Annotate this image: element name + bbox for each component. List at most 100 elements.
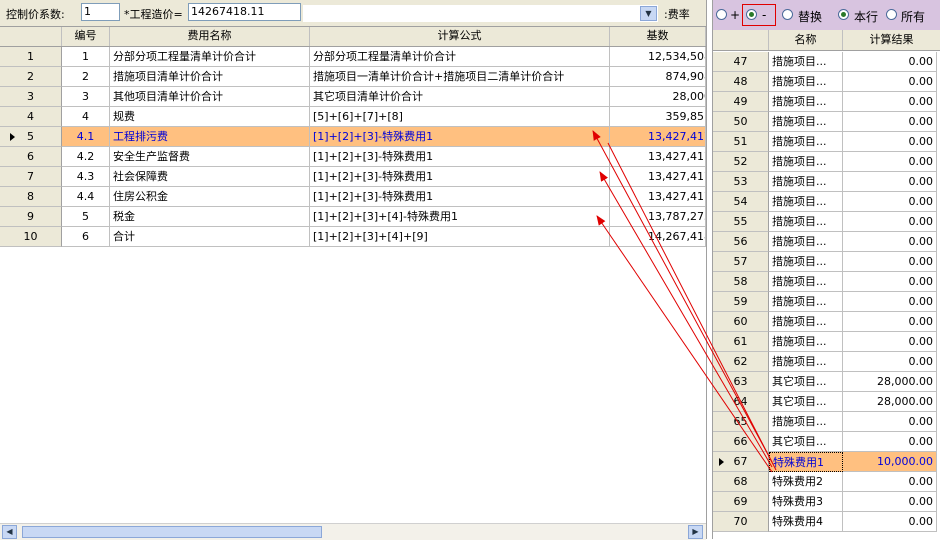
list-item[interactable]: 47 措施项目... 0.00 (713, 52, 940, 72)
row-number[interactable]: 53 (713, 172, 769, 192)
row-number[interactable]: 50 (713, 112, 769, 132)
variable-name-cell[interactable]: 措施项目... (769, 92, 843, 112)
variable-name-cell[interactable]: 措施项目... (769, 292, 843, 312)
base-cell[interactable]: 874,908 (610, 67, 706, 87)
base-cell[interactable]: 13,427,417 (610, 147, 706, 167)
row-number[interactable]: 69 (713, 492, 769, 512)
variable-name-cell[interactable]: 措施项目... (769, 152, 843, 172)
fee-name-cell[interactable]: 分部分项工程量清单计价合计 (110, 47, 310, 67)
list-item[interactable]: 62 措施项目... 0.00 (713, 352, 940, 372)
result-cell[interactable]: 0.00 (843, 252, 937, 272)
fee-code-cell[interactable]: 4.3 (62, 167, 110, 187)
result-cell[interactable]: 0.00 (843, 332, 937, 352)
row-number[interactable]: 54 (713, 192, 769, 212)
base-cell[interactable]: 28,000 (610, 87, 706, 107)
column-header-name[interactable]: 名称 (769, 30, 843, 50)
row-number[interactable]: 63 (713, 372, 769, 392)
row-number[interactable]: 1 (0, 47, 62, 67)
base-cell[interactable]: 13,427,417 (610, 187, 706, 207)
row-number[interactable]: 49 (713, 92, 769, 112)
list-item[interactable]: 52 措施项目... 0.00 (713, 152, 940, 172)
table-row[interactable]: 6 4.2 安全生产监督费 [1]+[2]+[3]-特殊费用1 13,427,417 (0, 147, 706, 167)
result-cell[interactable]: 0.00 (843, 432, 937, 452)
fee-code-cell[interactable]: 4.2 (62, 147, 110, 167)
variable-name-cell[interactable]: 措施项目... (769, 112, 843, 132)
result-cell[interactable]: 0.00 (843, 512, 937, 532)
base-cell[interactable]: 359,851 (610, 107, 706, 127)
plus-radio[interactable] (716, 9, 727, 20)
chevron-right-icon[interactable]: ▶ (688, 525, 703, 539)
variable-name-cell[interactable]: 措施项目... (769, 312, 843, 332)
list-item[interactable]: 59 措施项目... 0.00 (713, 292, 940, 312)
row-number[interactable]: 51 (713, 132, 769, 152)
result-cell[interactable]: 0.00 (843, 312, 937, 332)
result-cell[interactable]: 0.00 (843, 92, 937, 112)
all-radio[interactable] (886, 9, 897, 20)
list-item[interactable]: 60 措施项目... 0.00 (713, 312, 940, 332)
result-cell[interactable]: 0.00 (843, 492, 937, 512)
base-cell[interactable]: 13,427,417 (610, 127, 706, 147)
result-cell[interactable]: 0.00 (843, 52, 937, 72)
result-cell[interactable]: 0.00 (843, 132, 937, 152)
fee-code-cell[interactable]: 1 (62, 47, 110, 67)
row-number[interactable]: 65 (713, 412, 769, 432)
variable-name-cell[interactable]: 措施项目... (769, 332, 843, 352)
variable-name-cell[interactable]: 其它项目... (769, 372, 843, 392)
row-number[interactable]: 57 (713, 252, 769, 272)
list-item[interactable]: 49 措施项目... 0.00 (713, 92, 940, 112)
list-item[interactable]: 55 措施项目... 0.00 (713, 212, 940, 232)
row-number[interactable]: 59 (713, 292, 769, 312)
fee-name-cell[interactable]: 社会保障费 (110, 167, 310, 187)
variable-name-cell[interactable]: 特殊费用4 (769, 512, 843, 532)
formula-cell[interactable]: [1]+[2]+[3]+[4]-特殊费用1 (310, 207, 610, 227)
variable-name-cell[interactable]: 措施项目... (769, 132, 843, 152)
result-cell[interactable]: 28,000.00 (843, 372, 937, 392)
fee-code-cell[interactable]: 6 (62, 227, 110, 247)
fee-name-cell[interactable]: 措施项目清单计价合计 (110, 67, 310, 87)
fee-code-cell[interactable]: 4.1 (62, 127, 110, 147)
list-item[interactable]: 53 措施项目... 0.00 (713, 172, 940, 192)
fee-code-cell[interactable]: 2 (62, 67, 110, 87)
row-number[interactable]: 62 (713, 352, 769, 372)
row-number[interactable]: 2 (0, 67, 62, 87)
row-number[interactable]: 61 (713, 332, 769, 352)
result-cell[interactable]: 0.00 (843, 72, 937, 92)
row-number[interactable]: 48 (713, 72, 769, 92)
variable-name-cell[interactable]: 特殊费用1 (769, 452, 843, 472)
result-cell[interactable]: 0.00 (843, 352, 937, 372)
variable-name-cell[interactable]: 其它项目... (769, 432, 843, 452)
base-cell[interactable]: 13,427,417 (610, 167, 706, 187)
row-number[interactable]: 64 (713, 392, 769, 412)
table-row[interactable]: 44规费[5]+[6]+[7]+[8]359,851 (0, 107, 706, 127)
list-item[interactable]: 64 其它项目... 28,000.00 (713, 392, 940, 412)
fee-name-cell[interactable]: 合计 (110, 227, 310, 247)
fee-name-cell[interactable]: 规费 (110, 107, 310, 127)
fee-code-cell[interactable]: 5 (62, 207, 110, 227)
chevron-down-icon[interactable]: ▼ (640, 6, 657, 21)
column-header-code[interactable]: 编号 (62, 27, 110, 46)
list-item[interactable]: 66 其它项目... 0.00 (713, 432, 940, 452)
rate-dropdown[interactable] (303, 5, 658, 22)
table-row[interactable]: 2 2 措施项目清单计价合计 措施项目一清单计价合计+措施项目二清单计价合计 874,9… (0, 67, 706, 87)
variable-name-cell[interactable]: 措施项目... (769, 72, 843, 92)
fee-name-cell[interactable]: 其他项目清单计价合计 (110, 87, 310, 107)
formula-cell[interactable]: [1]+[2]+[3]-特殊费用1 (310, 167, 610, 187)
list-item[interactable]: 51 措施项目... 0.00 (713, 132, 940, 152)
this-row-radio[interactable] (838, 9, 849, 20)
table-row[interactable]: 10 6 合计 [1]+[2]+[3]+[4]+[9] 14,267,418 (0, 227, 706, 247)
row-number[interactable]: 5 (0, 127, 62, 147)
row-number[interactable]: 66 (713, 432, 769, 452)
list-item[interactable]: 57 措施项目... 0.00 (713, 252, 940, 272)
fee-code-cell[interactable]: 4 (62, 107, 110, 127)
list-item[interactable]: 50 措施项目... 0.00 (713, 112, 940, 132)
row-number[interactable]: 7 (0, 167, 62, 187)
table-row[interactable]: 7 4.3 社会保障费 [1]+[2]+[3]-特殊费用1 13,427,417 (0, 167, 706, 187)
list-item[interactable]: 67 特殊费用1 10,000.00 (713, 452, 940, 472)
table-row[interactable]: 8 4.4 住房公积金 [1]+[2]+[3]-特殊费用1 13,427,417 (0, 187, 706, 207)
list-item[interactable]: 61 措施项目... 0.00 (713, 332, 940, 352)
formula-cell[interactable]: 分部分项工程量清单计价合计 (310, 47, 610, 67)
result-cell[interactable]: 0.00 (843, 172, 937, 192)
result-cell[interactable]: 0.00 (843, 212, 937, 232)
base-cell[interactable]: 12,534,508 (610, 47, 706, 67)
row-number[interactable]: 67 (713, 452, 769, 472)
